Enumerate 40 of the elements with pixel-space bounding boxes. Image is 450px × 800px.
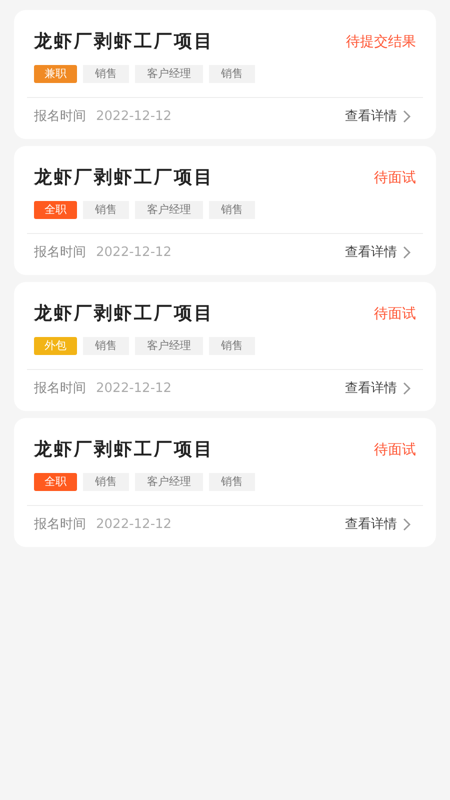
skill-tag: 销售 (83, 473, 129, 491)
view-details-link[interactable]: 查看详情 (345, 242, 411, 262)
chevron-right-icon (403, 246, 411, 259)
chevron-right-icon (403, 518, 411, 531)
skill-tag: 销售 (83, 201, 129, 219)
skill-tag: 销售 (209, 473, 255, 491)
view-details-link[interactable]: 查看详情 (345, 106, 411, 126)
skill-tag: 销售 (209, 337, 255, 355)
skill-tag: 销售 (83, 337, 129, 355)
chevron-right-icon (403, 382, 411, 395)
job-type-tag: 全职 (34, 201, 77, 219)
job-type-tag: 兼职 (34, 65, 77, 83)
skill-tag: 客户经理 (135, 473, 203, 491)
project-title: 龙虾厂剥虾工厂项目 (34, 30, 214, 54)
status-label: 待提交结果 (346, 33, 416, 52)
skill-tag: 销售 (209, 201, 255, 219)
job-type-tag: 外包 (34, 337, 77, 355)
project-title: 龙虾厂剥虾工厂项目 (34, 438, 214, 462)
view-details-link[interactable]: 查看详情 (345, 514, 411, 534)
skill-tag: 客户经理 (135, 201, 203, 219)
date-label: 报名时间 (34, 108, 86, 126)
status-label: 待面试 (374, 169, 416, 188)
view-details-link[interactable]: 查看详情 (345, 378, 411, 398)
project-title: 龙虾厂剥虾工厂项目 (34, 302, 214, 326)
date-value: 2022-12-12 (96, 516, 172, 534)
job-type-tag: 全职 (34, 473, 77, 491)
status-label: 待面试 (374, 441, 416, 460)
skill-tag: 客户经理 (135, 337, 203, 355)
skill-tag: 客户经理 (135, 65, 203, 83)
status-label: 待面试 (374, 305, 416, 324)
chevron-right-icon (403, 110, 411, 123)
date-label: 报名时间 (34, 244, 86, 262)
skill-tag: 销售 (83, 65, 129, 83)
date-label: 报名时间 (34, 380, 86, 398)
date-label: 报名时间 (34, 516, 86, 534)
date-value: 2022-12-12 (96, 108, 172, 126)
project-title: 龙虾厂剥虾工厂项目 (34, 166, 214, 190)
date-value: 2022-12-12 (96, 380, 172, 398)
skill-tag: 销售 (209, 65, 255, 83)
date-value: 2022-12-12 (96, 244, 172, 262)
